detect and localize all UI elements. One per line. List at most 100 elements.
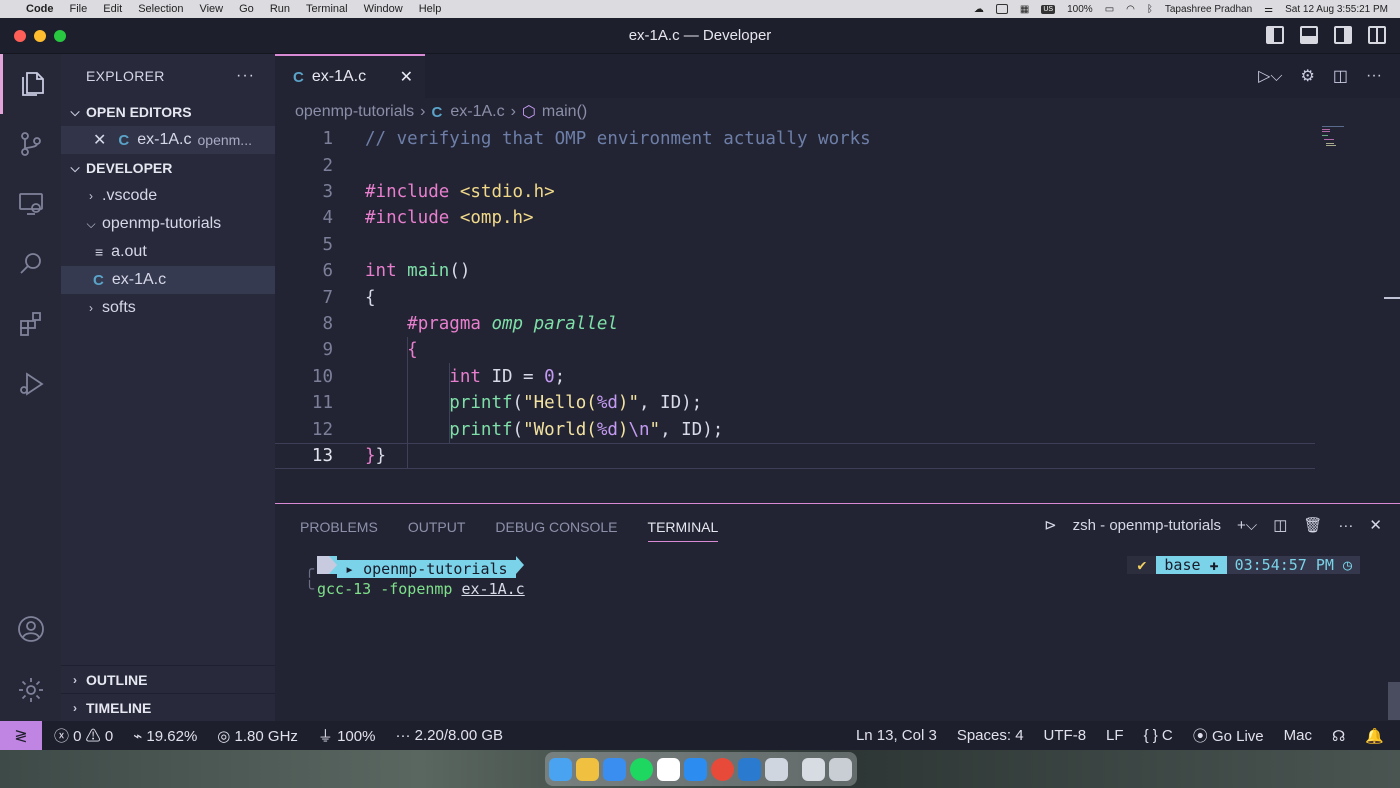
- trash-icon[interactable]: [829, 757, 852, 781]
- control-center-icon[interactable]: ⚌: [1264, 4, 1273, 15]
- tree-item-ex-1a-c[interactable]: C ex-1A.c: [61, 266, 275, 294]
- toggle-panel-icon[interactable]: [1300, 26, 1318, 44]
- terminal-output[interactable]: ╭ ▸ openmp-tutorials ╰ gcc-13 -fopenmp ex-…: [305, 556, 525, 598]
- cloud-icon[interactable]: ☁: [974, 4, 984, 15]
- cursor-position[interactable]: Ln 13, Col 3: [856, 727, 937, 744]
- remote-indicator-icon[interactable]: ≷: [0, 721, 42, 750]
- notifications-bell-icon[interactable]: 🔔: [1365, 727, 1384, 745]
- menubar-clock[interactable]: Sat 12 Aug 3:55:21 PM: [1285, 4, 1388, 15]
- open-editor-item[interactable]: ✕ C ex-1A.c openm...: [61, 126, 275, 154]
- source-control-icon[interactable]: [0, 114, 61, 174]
- downloads-folder-icon[interactable]: [802, 757, 825, 781]
- app-store-icon[interactable]: [684, 757, 707, 781]
- outline-section[interactable]: › OUTLINE: [61, 665, 275, 693]
- timeline-section[interactable]: › TIMELINE: [61, 693, 275, 721]
- platform[interactable]: Mac: [1284, 727, 1312, 744]
- battery-icon[interactable]: ▭: [1105, 4, 1114, 15]
- explorer-icon[interactable]: [0, 54, 61, 114]
- breadcrumb-symbol[interactable]: main(): [542, 103, 587, 121]
- current-code-line[interactable]: 13}}: [275, 442, 1315, 470]
- customize-layout-icon[interactable]: [1368, 26, 1386, 44]
- grid-icon[interactable]: ▦: [1020, 4, 1029, 15]
- problems-indicator[interactable]: ⓧ 0 ⚠ 0: [54, 725, 113, 746]
- feedback-icon[interactable]: ☊: [1332, 727, 1345, 745]
- menu-view[interactable]: View: [199, 3, 223, 15]
- code-line[interactable]: 2: [275, 152, 1315, 178]
- tab-output[interactable]: OUTPUT: [408, 519, 466, 535]
- tab-terminal[interactable]: TERMINAL: [647, 519, 719, 542]
- indentation[interactable]: Spaces: 4: [957, 727, 1024, 744]
- terminal-shell-name[interactable]: zsh - openmp-tutorials: [1073, 517, 1221, 534]
- tab-ex-1a-c[interactable]: C ex-1A.c ✕: [275, 54, 425, 98]
- bluetooth-icon[interactable]: ᛒ: [1147, 4, 1153, 15]
- notion-icon[interactable]: [657, 757, 680, 781]
- user-name[interactable]: Tapashree Pradhan: [1165, 4, 1252, 15]
- minimize-window-button[interactable]: [34, 30, 46, 42]
- finder-icon[interactable]: [549, 757, 572, 781]
- tab-debug-console[interactable]: DEBUG CONSOLE: [495, 519, 617, 535]
- encoding[interactable]: UTF-8: [1044, 727, 1087, 744]
- more-actions-icon[interactable]: ···: [1366, 67, 1382, 85]
- developer-section[interactable]: ⌵ DEVELOPER: [61, 154, 275, 182]
- preview-icon[interactable]: [765, 757, 788, 781]
- menu-go[interactable]: Go: [239, 3, 254, 15]
- menu-terminal[interactable]: Terminal: [306, 3, 348, 15]
- vscode-icon[interactable]: [738, 757, 761, 781]
- menu-window[interactable]: Window: [364, 3, 403, 15]
- close-panel-icon[interactable]: ✕: [1369, 516, 1382, 534]
- menu-file[interactable]: File: [70, 3, 88, 15]
- code-line[interactable]: 3 #include <stdio.h>: [275, 179, 1315, 205]
- toggle-sidebar-icon[interactable]: [1266, 26, 1284, 44]
- wifi-icon[interactable]: ◠: [1126, 4, 1135, 15]
- menu-edit[interactable]: Edit: [103, 3, 122, 15]
- code-line[interactable]: 11 printf("Hello(%d)", ID);: [275, 390, 1315, 416]
- terminal-scrollbar[interactable]: [1388, 682, 1400, 720]
- tree-item-openmp-tutorials[interactable]: ⌵ openmp-tutorials: [61, 210, 275, 238]
- code-line[interactable]: 1 // verifying that OMP environment actua…: [275, 126, 1315, 152]
- close-icon[interactable]: ✕: [93, 130, 106, 150]
- end-of-line[interactable]: LF: [1106, 727, 1124, 744]
- new-terminal-icon[interactable]: +⌵: [1237, 517, 1257, 534]
- menu-app-name[interactable]: Code: [26, 3, 54, 15]
- cpu-usage[interactable]: ⌁ 19.62%: [133, 727, 197, 745]
- menu-run[interactable]: Run: [270, 3, 290, 15]
- manage-gear-icon[interactable]: [0, 660, 61, 720]
- code-line[interactable]: 5: [275, 232, 1315, 258]
- minimap[interactable]: [1322, 126, 1362, 156]
- memory-usage[interactable]: ··· 2.20/8.00 GB: [395, 727, 503, 744]
- code-line[interactable]: 12 printf("World(%d)\n", ID);: [275, 416, 1315, 442]
- safari-icon[interactable]: [603, 757, 626, 781]
- code-line[interactable]: 10 int ID = 0;: [275, 364, 1315, 390]
- close-window-button[interactable]: [14, 30, 26, 42]
- split-editor-icon[interactable]: ◫: [1333, 66, 1348, 86]
- tree-item-vscode[interactable]: › .vscode: [61, 182, 275, 210]
- explorer-more-button[interactable]: ···: [236, 67, 255, 85]
- close-tab-icon[interactable]: ✕: [400, 67, 413, 87]
- settings-gear-icon[interactable]: ⚙: [1301, 66, 1315, 86]
- search-icon[interactable]: [0, 234, 61, 294]
- split-terminal-icon[interactable]: ◫: [1273, 516, 1287, 534]
- run-debug-icon[interactable]: [0, 354, 61, 414]
- menu-selection[interactable]: Selection: [138, 3, 183, 15]
- code-line[interactable]: 9 {: [275, 337, 1315, 363]
- remote-explorer-icon[interactable]: [0, 174, 61, 234]
- trash-icon[interactable]: 🗑: [1303, 516, 1322, 534]
- power-status[interactable]: ⏚ 100%: [318, 725, 376, 746]
- accounts-icon[interactable]: [0, 599, 61, 659]
- chrome-icon[interactable]: [711, 757, 734, 781]
- spotify-icon[interactable]: [630, 757, 653, 781]
- cpu-frequency[interactable]: ◎ 1.80 GHz: [217, 727, 298, 745]
- launchpad-icon[interactable]: [576, 757, 599, 781]
- zoom-window-button[interactable]: [54, 30, 66, 42]
- go-live-button[interactable]: ⦿ Go Live: [1193, 725, 1264, 746]
- extensions-icon[interactable]: [0, 294, 61, 354]
- tree-item-a-out[interactable]: ≡ a.out: [61, 238, 275, 266]
- code-line[interactable]: 4 #include <omp.h>: [275, 205, 1315, 231]
- tree-item-softs[interactable]: › softs: [61, 294, 275, 322]
- menu-help[interactable]: Help: [419, 3, 442, 15]
- tab-problems[interactable]: PROBLEMS: [300, 519, 378, 535]
- breadcrumb-file[interactable]: ex-1A.c: [450, 103, 504, 121]
- open-editors-section[interactable]: ⌵ OPEN EDITORS: [61, 98, 275, 126]
- toggle-secondary-sidebar-icon[interactable]: [1334, 26, 1352, 44]
- language-mode[interactable]: { } C: [1144, 727, 1173, 744]
